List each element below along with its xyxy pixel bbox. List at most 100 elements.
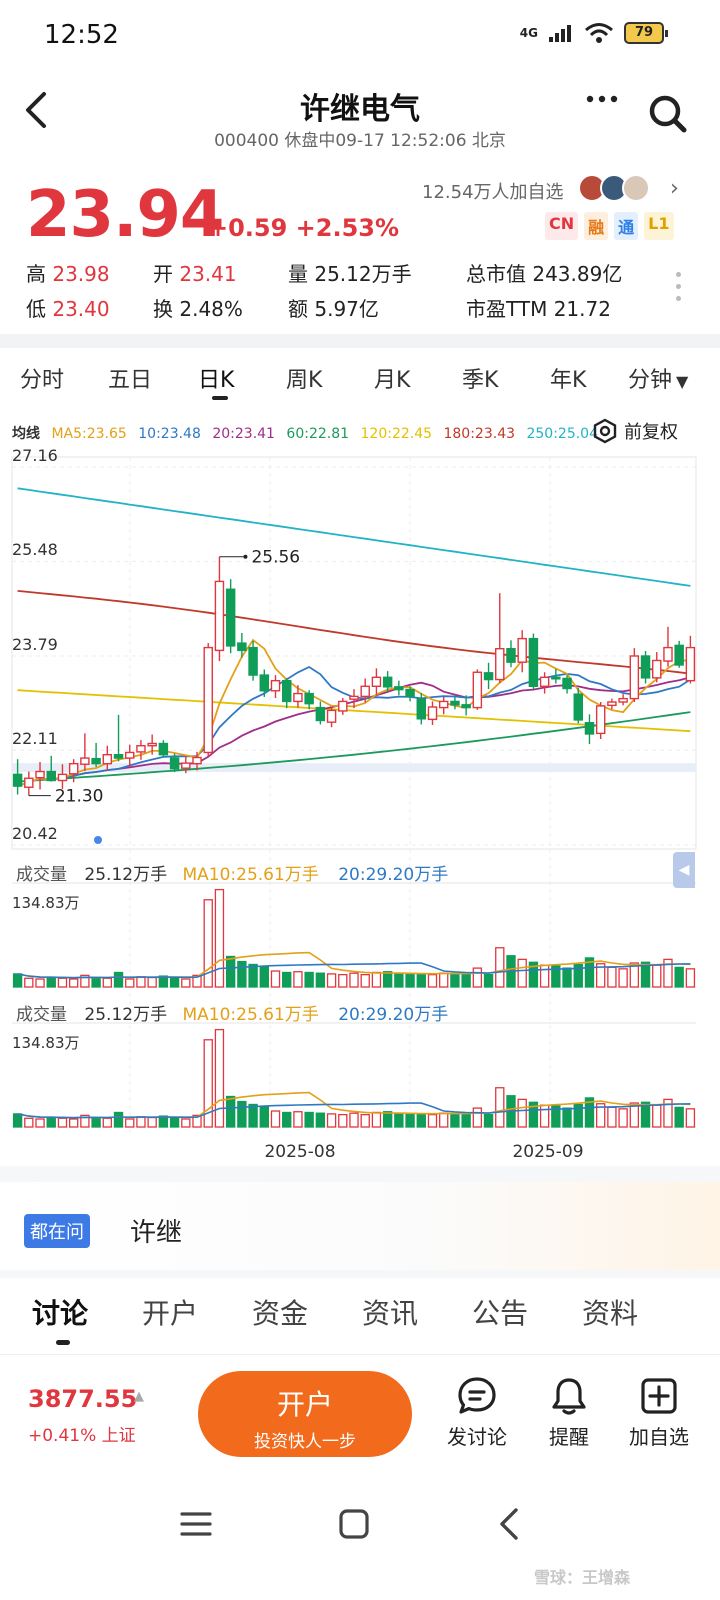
- tab-yearly-k[interactable]: 年K: [550, 362, 586, 394]
- tab-open-account[interactable]: 开户: [142, 1292, 198, 1332]
- back-nav-icon[interactable]: [496, 1506, 522, 1542]
- candle-body: [539, 676, 550, 687]
- volume-bar: [461, 1113, 471, 1128]
- candle-body: [584, 722, 595, 735]
- volume-bars-2: [12, 1022, 696, 1128]
- chart-collapse-button[interactable]: ◀: [673, 852, 695, 888]
- volume-bar: [427, 973, 438, 988]
- home-icon[interactable]: [338, 1508, 370, 1540]
- chevron-right-icon[interactable]: ›: [670, 176, 679, 201]
- tab-weekly-k[interactable]: 周K: [286, 362, 322, 394]
- tab-announcements[interactable]: 公告: [472, 1292, 528, 1332]
- search-button[interactable]: [648, 94, 688, 134]
- volume-bar: [562, 967, 572, 988]
- menu-icon[interactable]: [180, 1510, 212, 1538]
- candle-body: [147, 742, 157, 747]
- volume-bar: [24, 1117, 34, 1128]
- tab-quarterly-k[interactable]: 季K: [462, 362, 498, 394]
- volume-max: 134.83万: [12, 1034, 80, 1052]
- ma20: 20:23.41: [212, 426, 275, 442]
- candle-body: [652, 659, 662, 679]
- volume-max: 134.83万: [12, 894, 80, 912]
- high-value: 23.98: [52, 262, 110, 286]
- pe-stat: 市盈TTM 21.72: [466, 293, 611, 322]
- watermark: 雪球：王增森: [534, 1568, 631, 1587]
- tab-5day[interactable]: 五日: [108, 362, 152, 394]
- volume-bar: [35, 1118, 45, 1128]
- tab-discussion[interactable]: 讨论: [32, 1292, 88, 1332]
- volume-label: 成交量: [16, 865, 67, 885]
- tab-funds[interactable]: 资金: [252, 1292, 308, 1332]
- followers-count[interactable]: 12.54万人加自选: [422, 178, 564, 204]
- volume-ma20: 20:29.20万手: [338, 1005, 449, 1025]
- remind-label: 提醒: [549, 1425, 589, 1449]
- ma-label: 均线: [12, 426, 40, 442]
- volume-bar: [416, 973, 426, 988]
- volume-bar: [181, 978, 191, 988]
- volume-bar: [483, 973, 494, 988]
- candle-body: [102, 754, 113, 765]
- volume-bar: [405, 1113, 415, 1128]
- tag-cn[interactable]: CN: [545, 212, 579, 240]
- y-tick-label: 20.42: [12, 824, 58, 843]
- ask-section[interactable]: 都在问 许继: [0, 1182, 720, 1270]
- volume-bar: [125, 978, 135, 988]
- price-change: +0.59 +2.53%: [208, 214, 400, 242]
- tab-monthly-k[interactable]: 月K: [374, 362, 410, 394]
- candle-body: [438, 700, 449, 709]
- tab-profile[interactable]: 资料: [582, 1292, 638, 1332]
- open-stat: 开 23.41: [153, 258, 237, 287]
- discuss-button[interactable]: 发讨论: [432, 1375, 522, 1450]
- ma250: 250:25.04: [526, 426, 598, 442]
- tab-minute[interactable]: 分钟 ▼: [628, 362, 688, 394]
- support-band: [12, 763, 696, 773]
- more-button[interactable]: [585, 82, 619, 124]
- expand-stats-icon[interactable]: [676, 272, 682, 308]
- candle-body: [158, 742, 169, 756]
- volume-bar: [68, 1118, 79, 1128]
- add-watchlist-button[interactable]: 加自选: [614, 1375, 704, 1450]
- candle-body: [181, 762, 191, 769]
- network-label: 4G: [519, 26, 538, 40]
- remind-button[interactable]: 提醒: [524, 1375, 614, 1450]
- candle-body: [450, 700, 460, 706]
- adjust-toggle[interactable]: 前复权: [592, 418, 678, 444]
- open-account-button[interactable]: 开户 投资快人一步: [198, 1371, 412, 1457]
- tab-daily-k[interactable]: 日K: [198, 362, 234, 394]
- volume-bar: [416, 1113, 426, 1128]
- volume-bar: [349, 1112, 359, 1128]
- candle-body: [685, 646, 696, 682]
- candle-body: [80, 757, 90, 765]
- volume-bar: [652, 1104, 662, 1128]
- volume-bar: [539, 1104, 550, 1128]
- high-label: 高: [26, 262, 46, 286]
- open-label: 开: [153, 262, 173, 286]
- stats-row-1: 高 23.98: [26, 258, 110, 287]
- tag-connect[interactable]: 通: [614, 212, 639, 240]
- ma60: 60:22.81: [286, 426, 350, 442]
- volume-bar: [326, 973, 337, 988]
- volume-bar: [12, 973, 23, 988]
- volume-bar: [382, 971, 393, 988]
- volume-bar: [405, 973, 415, 988]
- follower-avatars[interactable]: [578, 174, 650, 202]
- pe-label: 市盈TTM: [466, 297, 548, 321]
- candle-body: [595, 705, 606, 735]
- volume-bar: [483, 1113, 494, 1128]
- candle-body: [304, 692, 314, 705]
- tab-news[interactable]: 资讯: [362, 1292, 418, 1332]
- volume-bar: [214, 888, 225, 988]
- tab-intraday[interactable]: 分时: [20, 362, 64, 394]
- volume-bars-1: [12, 882, 696, 988]
- tag-l1[interactable]: L1: [644, 212, 674, 240]
- x-axis: 2025-08 2025-09: [264, 1142, 583, 1162]
- volume-ma10: MA10:25.61万手: [182, 865, 319, 885]
- index-value[interactable]: 3877.55: [28, 1385, 137, 1413]
- volume-bar: [46, 976, 56, 988]
- volume-bar: [618, 968, 628, 988]
- candle-body: [483, 672, 494, 681]
- tag-margin[interactable]: 融: [584, 212, 609, 240]
- k-line-chart[interactable]: 27.16 25.48 23.79 22.11 20.42 2025-08 2025-09…: [0, 445, 720, 1165]
- candle-body: [281, 679, 292, 703]
- volume-bar: [102, 1117, 112, 1128]
